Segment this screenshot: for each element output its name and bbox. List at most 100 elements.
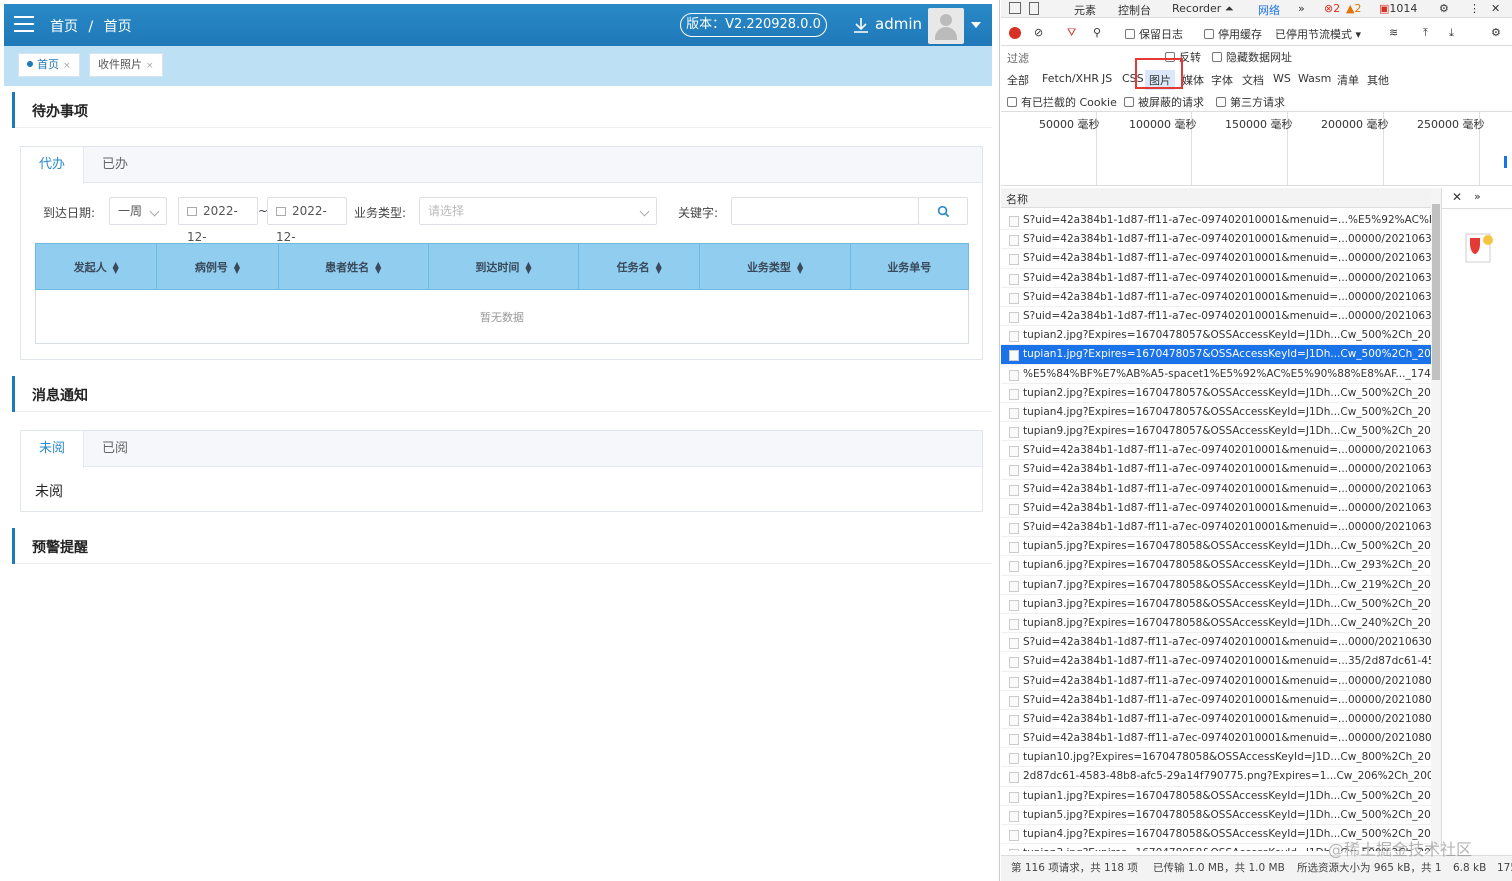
tab-unread[interactable]: 未阅 [21, 431, 85, 468]
filter-input[interactable]: 过滤 [1007, 50, 1029, 66]
request-row[interactable]: tupian9.jpg?Expires=1670478057&OSSAccess… [1001, 422, 1431, 442]
request-row[interactable]: tupian10.jpg?Expires=1670478058&OSSAcces… [1001, 748, 1431, 768]
more-tabs-icon[interactable]: » [1474, 190, 1481, 203]
date-to-input[interactable]: 2022-12- [267, 197, 347, 244]
sort-icon[interactable]: ▲ ▼ [234, 260, 240, 274]
throttle-select[interactable]: 已停用节流模式 ▾ [1275, 26, 1361, 42]
request-row[interactable]: S?uid=42a384b1-1d87-ff11-a7ec-0974020100… [1001, 710, 1431, 730]
network-settings-icon[interactable]: ⚙ [1491, 26, 1501, 39]
request-row[interactable]: 2d87dc61-4583-48b8-afc5-29a14f790775.png… [1001, 767, 1431, 787]
device-toggle-icon[interactable] [1029, 2, 1039, 15]
request-row[interactable]: tupian4.jpg?Expires=1670478057&OSSAccess… [1001, 403, 1431, 423]
close-icon[interactable]: ✕ [1491, 2, 1500, 15]
column-header-business-type[interactable]: 业务类型 ▲ ▼ [699, 243, 851, 290]
more-tabs-icon[interactable]: » [1298, 2, 1305, 15]
username[interactable]: admin [875, 15, 922, 33]
hide-data-urls-checkbox[interactable]: 隐藏数据网址 [1212, 49, 1292, 65]
request-row[interactable]: tupian2.jpg?Expires=1670478057&OSSAccess… [1001, 384, 1431, 403]
type-all[interactable]: 全部 [1007, 72, 1029, 88]
issues-badge[interactable]: ▣1014 [1379, 2, 1417, 15]
warning-count-badge[interactable]: ▲2 [1346, 2, 1361, 15]
search-icon[interactable]: ⚲ [1093, 26, 1101, 39]
type-wasm[interactable]: Wasm [1298, 72, 1331, 85]
sort-icon[interactable]: ▲ ▼ [113, 260, 119, 274]
type-manifest[interactable]: 清单 [1337, 72, 1359, 88]
disable-cache-checkbox[interactable]: 停用缓存 [1204, 26, 1262, 42]
settings-gear-icon[interactable]: ⚙ [1439, 2, 1449, 15]
export-har-icon[interactable]: ⤓ [1449, 26, 1454, 40]
request-row[interactable]: S?uid=42a384b1-1d87-ff11-a7ec-0974020100… [1001, 307, 1431, 327]
error-count-badge[interactable]: ⊗2 [1324, 2, 1340, 15]
tag-home[interactable]: 首页 × [18, 53, 80, 77]
request-row[interactable]: S?uid=42a384b1-1d87-ff11-a7ec-0974020100… [1001, 441, 1431, 461]
record-icon[interactable] [1009, 27, 1021, 39]
request-row[interactable]: S?uid=42a384b1-1d87-ff11-a7ec-0974020100… [1001, 652, 1431, 672]
request-row[interactable]: S?uid=42a384b1-1d87-ff11-a7ec-0974020100… [1001, 672, 1431, 691]
type-js[interactable]: JS [1102, 72, 1112, 85]
request-row[interactable]: tupian7.jpg?Expires=1670478058&OSSAccess… [1001, 576, 1431, 595]
kebab-menu-icon[interactable]: ⋮ [1469, 2, 1480, 15]
close-icon[interactable]: ✕ [1452, 190, 1462, 204]
filter-icon[interactable]: ⛛ [1067, 26, 1076, 40]
type-doc[interactable]: 文档 [1242, 72, 1264, 88]
network-conditions-icon[interactable]: ≋ [1389, 26, 1398, 39]
chevron-down-icon[interactable] [971, 22, 981, 33]
download-icon[interactable] [852, 16, 870, 34]
column-header-initiator[interactable]: 发起人 ▲ ▼ [34, 243, 158, 290]
network-timeline[interactable]: 50000 毫秒 100000 毫秒 150000 毫秒 200000 毫秒 2… [1001, 112, 1512, 186]
tab-console[interactable]: 控制台 [1118, 2, 1151, 18]
close-icon[interactable]: × [146, 61, 154, 71]
inspect-icon[interactable] [1009, 2, 1021, 14]
breadcrumb-home[interactable]: 首页 [50, 19, 78, 35]
type-media[interactable]: 媒体 [1182, 72, 1204, 88]
tab-network[interactable]: 网络 [1258, 2, 1280, 18]
request-row[interactable]: S?uid=42a384b1-1d87-ff11-a7ec-0974020100… [1001, 230, 1431, 250]
date-range-select[interactable]: 一周 [109, 197, 167, 225]
request-row[interactable]: S?uid=42a384b1-1d87-ff11-a7ec-0974020100… [1001, 249, 1431, 269]
request-row[interactable]: S?uid=42a384b1-1d87-ff11-a7ec-0974020100… [1001, 691, 1431, 710]
tab-read[interactable]: 已阅 [84, 431, 146, 467]
request-row[interactable]: S?uid=42a384b1-1d87-ff11-a7ec-0974020100… [1001, 269, 1431, 288]
request-row[interactable]: tupian5.jpg?Expires=1670478058&OSSAccess… [1001, 806, 1431, 825]
request-row[interactable]: S?uid=42a384b1-1d87-ff11-a7ec-0974020100… [1001, 211, 1431, 231]
search-button[interactable] [918, 197, 968, 225]
request-row[interactable]: tupian2.jpg?Expires=1670478057&OSSAccess… [1001, 326, 1431, 346]
request-row[interactable]: tupian8.jpg?Expires=1670478058&OSSAccess… [1001, 614, 1431, 634]
request-row[interactable]: S?uid=42a384b1-1d87-ff11-a7ec-0974020100… [1001, 288, 1431, 307]
tab-done[interactable]: 已办 [84, 147, 146, 183]
column-header-case-no[interactable]: 病例号 ▲ ▼ [156, 243, 279, 290]
type-font[interactable]: 字体 [1211, 72, 1233, 88]
blocked-cookies-checkbox[interactable]: 有已拦截的 Cookie [1007, 94, 1117, 110]
avatar[interactable] [928, 8, 964, 44]
request-row[interactable]: tupian6.jpg?Expires=1670478058&OSSAccess… [1001, 556, 1431, 576]
sort-icon[interactable]: ▲ ▼ [375, 260, 381, 274]
request-row[interactable]: tupian5.jpg?Expires=1670478058&OSSAccess… [1001, 537, 1431, 557]
hamburger-menu-icon[interactable] [14, 16, 34, 32]
date-from-input[interactable]: 2022-12- [178, 197, 258, 244]
sort-icon[interactable]: ▲ ▼ [656, 260, 662, 274]
scrollbar[interactable] [1431, 188, 1441, 850]
preserve-log-checkbox[interactable]: 保留日志 [1125, 26, 1183, 42]
request-row[interactable]: tupian3.jpg?Expires=1670478058&OSSAccess… [1001, 595, 1431, 614]
request-row[interactable]: tupian1.jpg?Expires=1670478057&OSSAccess… [1001, 345, 1431, 365]
tab-recorder[interactable]: Recorder ⏶ [1172, 2, 1234, 16]
request-row[interactable]: S?uid=42a384b1-1d87-ff11-a7ec-0974020100… [1001, 460, 1431, 480]
tab-elements[interactable]: 元素 [1074, 2, 1096, 18]
type-fetch-xhr[interactable]: Fetch/XHR [1042, 72, 1099, 85]
blocked-requests-checkbox[interactable]: 被屏蔽的请求 [1124, 94, 1204, 110]
tab-pending[interactable]: 代办 [21, 147, 85, 184]
type-ws[interactable]: WS [1273, 72, 1291, 85]
import-har-icon[interactable]: ⤒ [1423, 26, 1428, 40]
sort-icon[interactable]: ▲ ▼ [525, 260, 531, 274]
third-party-checkbox[interactable]: 第三方请求 [1216, 94, 1285, 110]
request-row[interactable]: S?uid=42a384b1-1d87-ff11-a7ec-0974020100… [1001, 518, 1431, 538]
column-header-patient-name[interactable]: 患者姓名 ▲ ▼ [277, 243, 429, 290]
scrollbar-thumb[interactable] [1432, 204, 1440, 380]
request-row[interactable]: %E5%84%BF%E7%AB%A5-spacet1%E5%92%AC%E5%9… [1001, 365, 1431, 384]
sort-icon[interactable]: ▲ ▼ [797, 260, 803, 274]
request-row[interactable]: tupian1.jpg?Expires=1670478058&OSSAccess… [1001, 787, 1431, 806]
request-row[interactable]: S?uid=42a384b1-1d87-ff11-a7ec-0974020100… [1001, 729, 1431, 749]
column-header-task-name[interactable]: 任务名 ▲ ▼ [578, 243, 701, 290]
request-row[interactable]: S?uid=42a384b1-1d87-ff11-a7ec-0974020100… [1001, 480, 1431, 499]
keyword-input[interactable] [731, 197, 919, 225]
